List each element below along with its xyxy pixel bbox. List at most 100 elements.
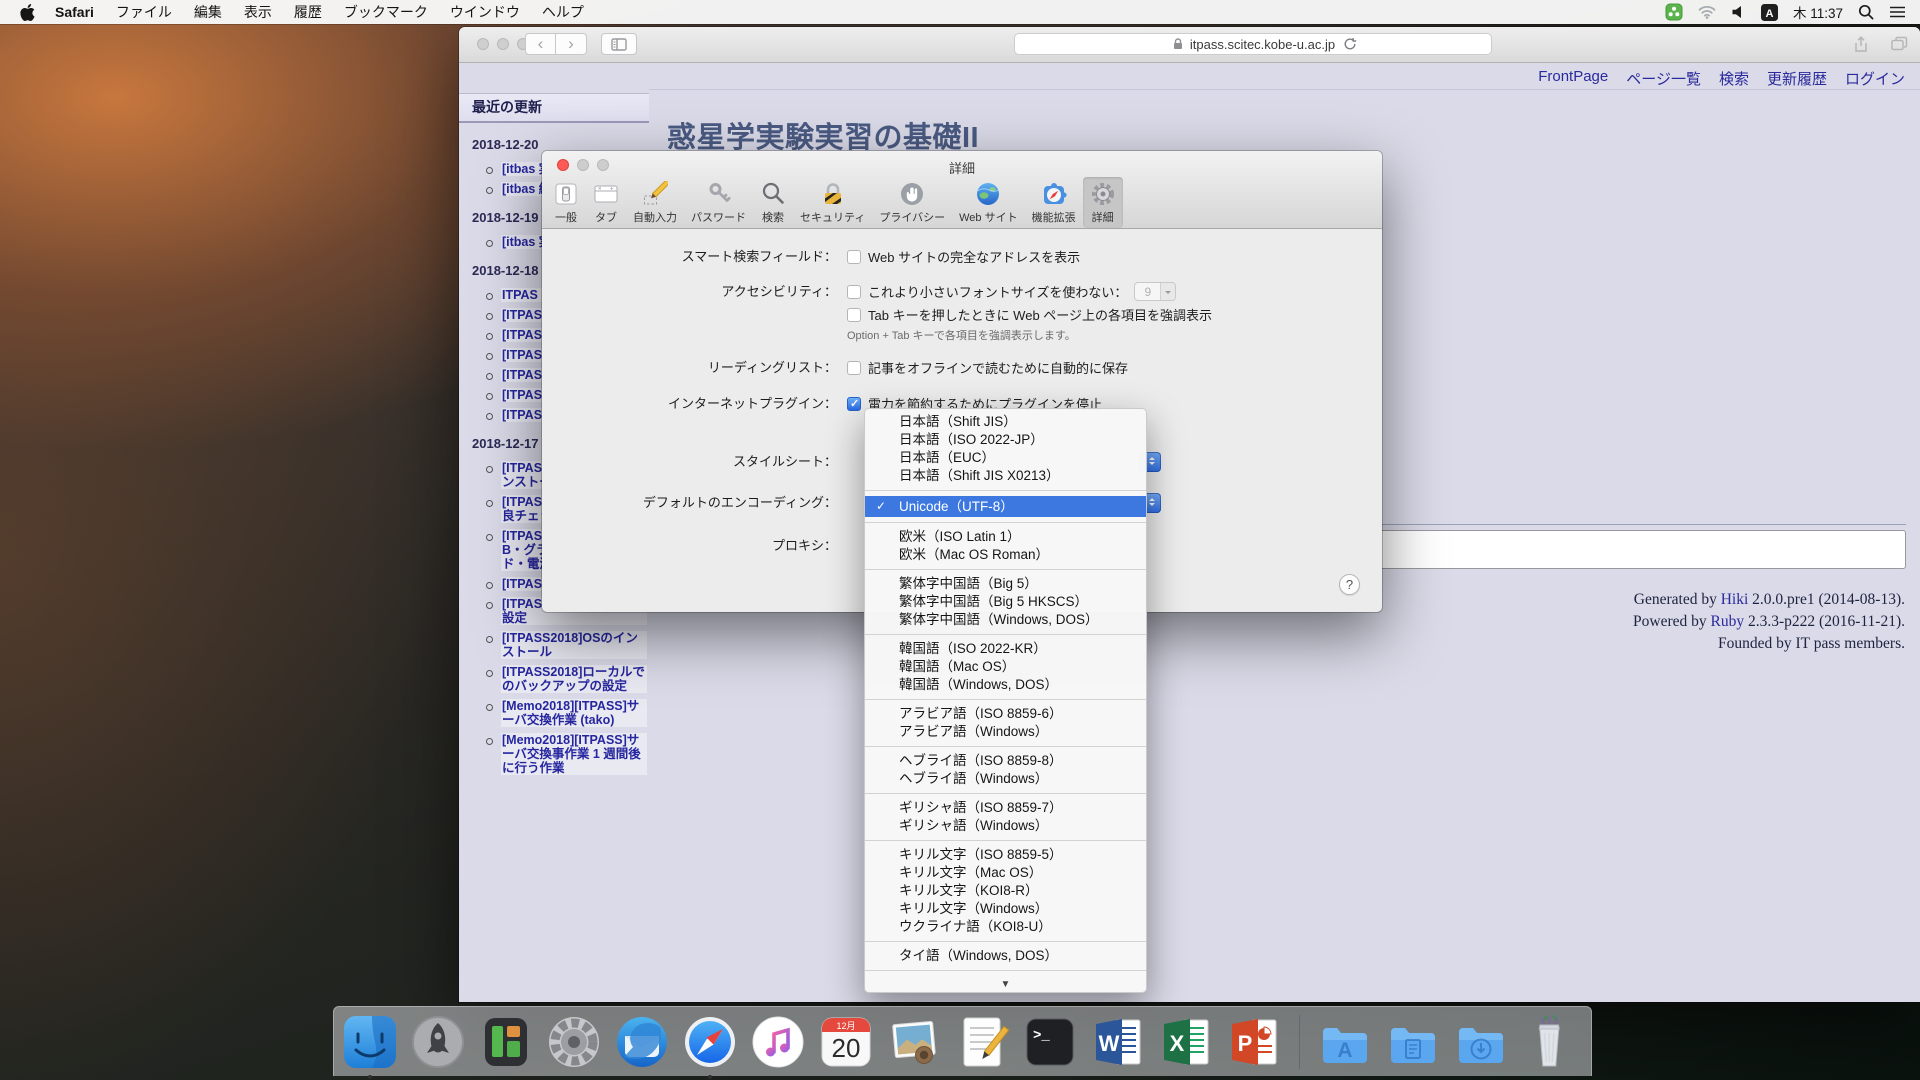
- menu-3[interactable]: 表示: [233, 4, 283, 20]
- app-green-icon[interactable]: [1665, 3, 1683, 21]
- nav-link[interactable]: ログイン: [1845, 68, 1905, 89]
- spotlight-icon[interactable]: [1858, 4, 1874, 20]
- menu-app-name[interactable]: Safari: [47, 4, 105, 20]
- encoding-option[interactable]: キリル文字（KOI8-R）: [865, 882, 1146, 900]
- dock-calendar-icon[interactable]: 12月20: [818, 1014, 874, 1070]
- dialog-header[interactable]: 詳細 一般×+タブ自動入力パスワード検索セキュリティプライバシーWeb サイト機…: [542, 151, 1382, 229]
- apple-menu-icon[interactable]: [14, 4, 47, 21]
- menu-bar-clock[interactable]: 木 11:37: [1793, 2, 1843, 22]
- window-title-bar[interactable]: ‹ › itpass.scitec.kobe-u.ac.jp: [459, 27, 1920, 63]
- dock-word-icon[interactable]: W: [1090, 1014, 1146, 1070]
- dock-tiles-app-icon[interactable]: [478, 1014, 534, 1070]
- sidebar-page-link[interactable]: [Memo2018][ITPASS]サーバ交換作業 (tako): [501, 699, 647, 727]
- encoding-option[interactable]: アラビア語（ISO 8859-6）: [865, 705, 1146, 723]
- back-button[interactable]: ‹: [525, 33, 556, 55]
- dock-powerpoint-icon[interactable]: P: [1226, 1014, 1282, 1070]
- dock-trash-icon[interactable]: [1521, 1014, 1577, 1070]
- encoding-option[interactable]: ヘブライ語（Windows）: [865, 770, 1146, 788]
- encoding-option[interactable]: 繁体字中国語（Big 5）: [865, 575, 1146, 593]
- dock-textedit-icon[interactable]: [954, 1014, 1010, 1070]
- nav-link[interactable]: FrontPage: [1538, 68, 1608, 89]
- footer-link[interactable]: Ruby: [1711, 613, 1745, 630]
- sidebar-page-link[interactable]: [ITPASS2018]OSのインストール: [501, 631, 647, 659]
- dock-excel-icon[interactable]: X: [1158, 1014, 1214, 1070]
- encoding-option[interactable]: 日本語（ISO 2022-JP）: [865, 431, 1146, 449]
- encoding-option[interactable]: ヘブライ語（ISO 8859-8）: [865, 752, 1146, 770]
- encoding-option[interactable]: タイ語（Windows, DOS）: [865, 947, 1146, 965]
- prefs-tab-自動入力[interactable]: 自動入力: [626, 177, 684, 228]
- notification-center-icon[interactable]: [1889, 5, 1906, 19]
- show-tabs-icon[interactable]: [1891, 36, 1908, 58]
- encoding-option[interactable]: キリル文字（Mac OS）: [865, 864, 1146, 882]
- encoding-option[interactable]: ウクライナ語（KOI8-U）: [865, 918, 1146, 936]
- scroll-down-arrow-icon[interactable]: ▼: [865, 976, 1146, 992]
- menu-6[interactable]: ウインドウ: [439, 4, 531, 20]
- nav-link[interactable]: 更新履歴: [1767, 68, 1827, 89]
- encoding-option[interactable]: 欧米（Mac OS Roman）: [865, 546, 1146, 564]
- prefs-tab-プライバシー[interactable]: プライバシー: [872, 177, 952, 228]
- footer-link[interactable]: Hiki: [1721, 591, 1749, 608]
- prefs-tab-詳細[interactable]: 詳細: [1083, 177, 1123, 228]
- dock-safari-icon[interactable]: [682, 1014, 738, 1070]
- prefs-tab-検索[interactable]: 検索: [753, 177, 793, 228]
- dock-thunderbird-icon[interactable]: [614, 1014, 670, 1070]
- minimize-button[interactable]: [497, 38, 509, 50]
- full-address-checkbox[interactable]: [847, 250, 861, 264]
- power-saver-checkbox[interactable]: [847, 397, 861, 411]
- menu-2[interactable]: 編集: [183, 4, 233, 20]
- encoding-option[interactable]: アラビア語（Windows）: [865, 723, 1146, 741]
- encoding-option[interactable]: 日本語（Shift JIS）: [865, 413, 1146, 431]
- encoding-option[interactable]: Unicode（UTF-8）: [865, 496, 1146, 517]
- dock-documents-folder-icon[interactable]: [1385, 1014, 1441, 1070]
- dock-system-preferences-icon[interactable]: [546, 1014, 602, 1070]
- help-button[interactable]: ?: [1339, 574, 1360, 595]
- menu-1[interactable]: ファイル: [105, 4, 183, 20]
- encoding-option[interactable]: ギリシャ語（Windows）: [865, 817, 1146, 835]
- dock-itunes-icon[interactable]: [750, 1014, 806, 1070]
- menu-5[interactable]: ブックマーク: [333, 4, 439, 20]
- encoding-option[interactable]: キリル文字（ISO 8859-5）: [865, 846, 1146, 864]
- offline-save-checkbox[interactable]: [847, 361, 861, 375]
- encoding-option[interactable]: 日本語（Shift JIS X0213）: [865, 467, 1146, 485]
- volume-icon[interactable]: [1731, 5, 1746, 19]
- encoding-option[interactable]: キリル文字（Windows）: [865, 900, 1146, 918]
- wifi-icon[interactable]: [1698, 5, 1716, 19]
- reload-icon[interactable]: [1343, 37, 1357, 56]
- dock-applications-folder-icon[interactable]: A: [1317, 1014, 1373, 1070]
- encoding-option[interactable]: 韓国語（ISO 2022-KR）: [865, 640, 1146, 658]
- min-font-size-checkbox[interactable]: [847, 285, 861, 299]
- sidebar-page-link[interactable]: [Memo2018][ITPASS]サーバ交換事作業 1 週間後に行う作業: [501, 733, 647, 775]
- encoding-option[interactable]: 韓国語（Windows, DOS）: [865, 676, 1146, 694]
- encoding-option[interactable]: ギリシャ語（ISO 8859-7）: [865, 799, 1146, 817]
- input-source-icon[interactable]: A: [1761, 4, 1778, 21]
- prefs-tab-機能拡張[interactable]: 機能拡張: [1025, 177, 1083, 228]
- encoding-option[interactable]: 繁体字中国語（Windows, DOS）: [865, 611, 1146, 629]
- dock-finder-icon[interactable]: [342, 1014, 398, 1070]
- nav-link[interactable]: 検索: [1719, 68, 1749, 89]
- prefs-tab-タブ[interactable]: ×+タブ: [586, 177, 626, 228]
- address-bar[interactable]: itpass.scitec.kobe-u.ac.jp: [1014, 33, 1492, 55]
- encoding-option[interactable]: 繁体字中国語（Big 5 HKSCS）: [865, 593, 1146, 611]
- encoding-option[interactable]: 韓国語（Mac OS）: [865, 658, 1146, 676]
- dock-terminal-icon[interactable]: >_: [1022, 1014, 1078, 1070]
- menu-7[interactable]: ヘルプ: [531, 4, 595, 20]
- menu-4[interactable]: 履歴: [283, 4, 333, 20]
- dock-photos-icon[interactable]: [886, 1014, 942, 1070]
- sidebar-page-link[interactable]: [ITPASS2018]ローカルでのバックアップの設定: [501, 665, 647, 693]
- dock-downloads-folder-icon[interactable]: [1453, 1014, 1509, 1070]
- sidebar-toggle-button[interactable]: [601, 33, 637, 55]
- tab-highlight-checkbox[interactable]: [847, 308, 861, 322]
- prefs-tab-一般[interactable]: 一般: [546, 177, 586, 228]
- prefs-tab-パスワード[interactable]: パスワード: [684, 177, 753, 228]
- encoding-option[interactable]: 欧米（ISO Latin 1）: [865, 528, 1146, 546]
- nav-link[interactable]: ページ一覧: [1626, 68, 1701, 89]
- close-button[interactable]: [477, 38, 489, 50]
- dock-launchpad-icon[interactable]: [410, 1014, 466, 1070]
- share-icon[interactable]: [1852, 36, 1869, 58]
- menu-separator: [865, 840, 1146, 841]
- prefs-tab-Web サイト[interactable]: Web サイト: [952, 177, 1024, 228]
- forward-button[interactable]: ›: [556, 33, 587, 55]
- prefs-tab-セキュリティ[interactable]: セキュリティ: [793, 177, 872, 228]
- encoding-option[interactable]: 日本語（EUC）: [865, 449, 1146, 467]
- font-size-select[interactable]: 9: [1134, 282, 1176, 301]
